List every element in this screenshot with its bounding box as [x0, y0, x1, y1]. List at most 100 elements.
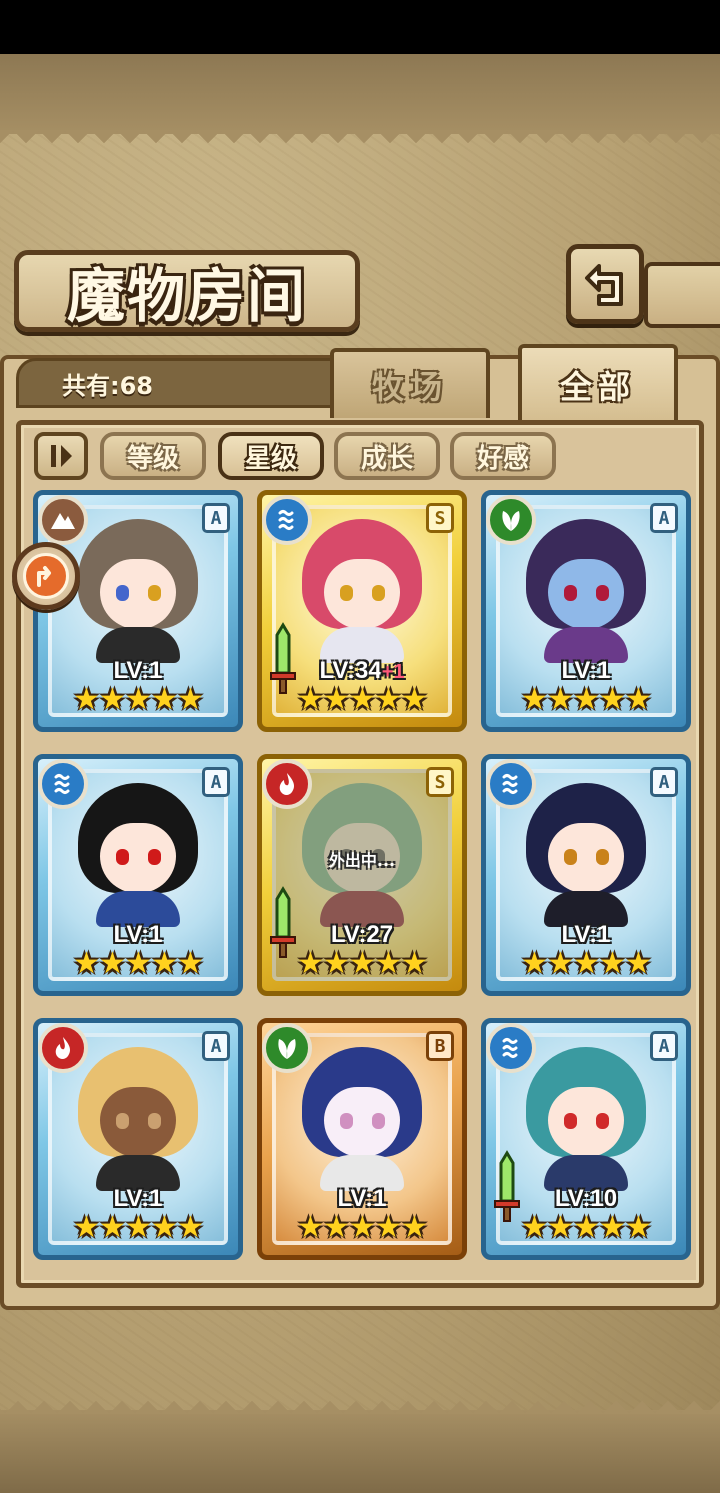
rank-badge: A [650, 767, 678, 797]
rank-badge: S [426, 503, 454, 533]
star-icon: ★ [625, 1210, 652, 1245]
level-label: LV:1 [262, 1185, 462, 1213]
tab-all[interactable]: 全部 [518, 344, 678, 422]
star-icon: ★ [599, 1210, 626, 1245]
back-button[interactable] [566, 244, 644, 324]
star-icon: ★ [297, 1210, 324, 1245]
level-value: LV:1 [561, 657, 611, 684]
star-icon: ★ [73, 682, 100, 717]
star-icon: ★ [99, 946, 126, 981]
level-bonus: +1 [381, 661, 405, 683]
star-icon: ★ [177, 946, 204, 981]
level-value: LV:1 [113, 657, 163, 684]
star-icon: ★ [323, 682, 350, 717]
star-icon: ★ [297, 682, 324, 717]
star-icon: ★ [625, 682, 652, 717]
level-label: LV:1 [38, 1185, 238, 1213]
star-icon: ★ [599, 946, 626, 981]
star-icon: ★ [151, 1210, 178, 1245]
monster-card[interactable]: A LV:1 ★ ★ ★ ★ ★ [33, 754, 243, 996]
star-icon: ★ [521, 1210, 548, 1245]
sort-order-toggle[interactable] [34, 432, 88, 480]
level-value: LV:1 [561, 921, 611, 948]
level-value: LV:27 [330, 921, 394, 948]
sort-by-level-button[interactable]: 等级 [100, 432, 206, 480]
level-value: LV:34 [319, 657, 382, 684]
water-element-icon [38, 759, 88, 809]
away-status: 外出中... [328, 851, 396, 870]
star-icon: ★ [349, 682, 376, 717]
star-rating: ★ ★ ★ ★ ★ [262, 1210, 462, 1255]
star-rating: ★ ★ ★ ★ ★ [262, 682, 462, 727]
star-icon: ★ [401, 1210, 428, 1245]
star-rating: ★ ★ ★ ★ ★ [262, 946, 462, 991]
torn-edge-top [0, 130, 720, 156]
monster-portrait [78, 783, 198, 927]
rank-badge: A [202, 503, 230, 533]
monster-portrait [526, 1047, 646, 1191]
map-band-top [0, 54, 720, 134]
sort-toggle-icon [51, 445, 72, 467]
level-label: LV:1 [38, 657, 238, 685]
star-icon: ★ [125, 682, 152, 717]
star-icon: ★ [375, 1210, 402, 1245]
monster-card[interactable]: A LV:1 ★ ★ ★ ★ ★ [481, 754, 691, 996]
follow-button[interactable] [12, 542, 80, 610]
monster-portrait [78, 519, 198, 663]
sort-label: 好感 [476, 443, 529, 474]
sort-by-growth-button[interactable]: 成长 [334, 432, 440, 480]
earth-element-icon [38, 495, 88, 545]
star-icon: ★ [99, 682, 126, 717]
torn-edge-bottom [0, 1388, 720, 1414]
rank-badge: A [650, 1031, 678, 1061]
sort-by-star-button[interactable]: 星级 [218, 432, 324, 480]
star-icon: ★ [375, 946, 402, 981]
monster-card[interactable]: A LV:1 ★ ★ ★ ★ ★ [33, 490, 243, 732]
star-icon: ★ [599, 682, 626, 717]
tab-ranch-label: 牧场 [371, 368, 448, 406]
monster-card[interactable]: 外出中... S LV:27 ★ ★ ★ ★ ★ [257, 754, 467, 996]
water-element-icon [262, 495, 312, 545]
star-icon: ★ [177, 1210, 204, 1245]
monster-card[interactable]: B LV:1 ★ ★ ★ ★ ★ [257, 1018, 467, 1260]
star-icon: ★ [547, 682, 574, 717]
rank-badge: A [650, 503, 678, 533]
monster-portrait [302, 1047, 422, 1191]
rank-badge: B [426, 1031, 454, 1061]
star-icon: ★ [547, 1210, 574, 1245]
sort-label: 星级 [244, 443, 297, 474]
tab-ranch[interactable]: 牧场 [330, 348, 490, 418]
monster-card[interactable]: S LV:34+1 ★ ★ ★ ★ ★ [257, 490, 467, 732]
monster-card[interactable]: A LV:1 ★ ★ ★ ★ ★ [481, 490, 691, 732]
star-icon: ★ [323, 946, 350, 981]
level-label: LV:10 [486, 1185, 686, 1213]
follow-icon [23, 553, 69, 599]
fire-element-icon [38, 1023, 88, 1073]
monster-portrait [78, 1047, 198, 1191]
monster-card[interactable]: A LV:1 ★ ★ ★ ★ ★ [33, 1018, 243, 1260]
sort-by-affection-button[interactable]: 好感 [450, 432, 556, 480]
return-arrow-icon [585, 264, 623, 306]
sort-label: 等级 [126, 443, 179, 474]
monster-card[interactable]: A LV:10 ★ ★ ★ ★ ★ [481, 1018, 691, 1260]
rank-badge: S [426, 767, 454, 797]
monster-portrait [526, 519, 646, 663]
water-element-icon [486, 1023, 536, 1073]
star-icon: ★ [375, 682, 402, 717]
star-icon: ★ [401, 946, 428, 981]
monster-portrait [526, 783, 646, 927]
star-rating: ★ ★ ★ ★ ★ [486, 1210, 686, 1255]
star-rating: ★ ★ ★ ★ ★ [38, 682, 238, 727]
star-icon: ★ [349, 1210, 376, 1245]
level-value: LV:1 [337, 1185, 387, 1212]
page-title: 魔物房间 [66, 262, 307, 330]
nature-element-icon [262, 1023, 312, 1073]
level-value: LV:1 [113, 1185, 163, 1212]
star-icon: ★ [297, 946, 324, 981]
rank-badge: A [202, 1031, 230, 1061]
map-band-bottom [0, 1410, 720, 1493]
level-label: LV:1 [486, 921, 686, 949]
level-label: LV:27 [262, 921, 462, 949]
star-icon: ★ [573, 682, 600, 717]
star-rating: ★ ★ ★ ★ ★ [486, 682, 686, 727]
